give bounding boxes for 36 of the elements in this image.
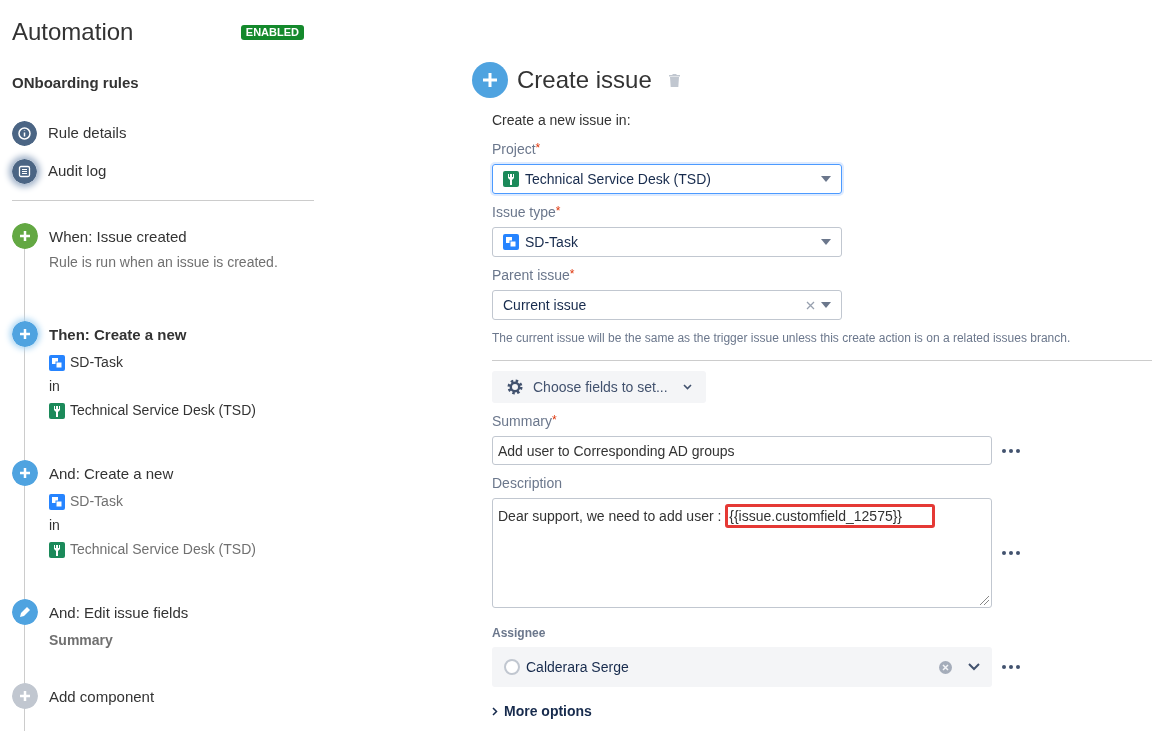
field-label: Project* xyxy=(492,140,542,159)
issue-type-text: SD-Task xyxy=(70,492,123,511)
panel-title: Create issue xyxy=(517,65,652,95)
help-text: The current issue will be the same as the trigger issue unless this create action is on a related issues branch. xyxy=(492,330,1072,347)
choose-fields-button[interactable]: Choose fields to set... xyxy=(492,371,706,403)
page-title: Automation xyxy=(12,17,134,47)
highlight-annotation: {{issue.customfield_12575}} xyxy=(725,504,936,528)
project-select[interactable]: Technical Service Desk (TSD) xyxy=(492,164,842,194)
sidebar-item[interactable]: Audit log xyxy=(12,158,314,184)
joiner-text: in xyxy=(49,377,61,396)
step-title[interactable]: And: Create a new xyxy=(49,462,256,485)
joiner-text: in xyxy=(49,516,61,535)
step-title[interactable]: Add component xyxy=(49,685,155,708)
step-title[interactable]: And: Edit issue fields xyxy=(49,601,189,624)
intro-text: Create a new issue in: xyxy=(492,111,632,130)
status-lozenge: ENABLED xyxy=(240,24,304,40)
field-label: Description xyxy=(492,474,564,493)
field-label: Summary* xyxy=(492,412,558,431)
step-title[interactable]: Then: Create a new xyxy=(49,323,256,346)
rule-name: ONboarding rules xyxy=(12,73,140,93)
project-text: Technical Service Desk (TSD) xyxy=(70,540,256,559)
field-label: Parent issue* xyxy=(492,266,576,285)
description-textarea[interactable]: Dear support, we need to add user : {{issue.customfield_12575}} xyxy=(492,498,992,608)
step-title[interactable]: When: Issue created xyxy=(49,225,278,248)
more-options-toggle[interactable]: More options xyxy=(492,701,592,722)
field-label: Issue type* xyxy=(492,203,562,222)
assignee-select[interactable]: Calderara Serge xyxy=(492,647,992,687)
project-text: Technical Service Desk (TSD) xyxy=(70,401,256,420)
sidebar-item[interactable]: Rule details xyxy=(12,120,314,146)
summary-input[interactable]: Add user to Corresponding AD groups xyxy=(492,436,992,465)
field-name: Summary xyxy=(49,631,114,650)
parent-issue-select[interactable]: Current issue xyxy=(492,290,842,320)
issue-type-select[interactable]: SD-Task xyxy=(492,227,842,257)
step-description: Rule is run when an issue is created. xyxy=(49,253,278,272)
field-label: Assignee xyxy=(492,625,547,642)
issue-type-text: SD-Task xyxy=(70,353,123,372)
